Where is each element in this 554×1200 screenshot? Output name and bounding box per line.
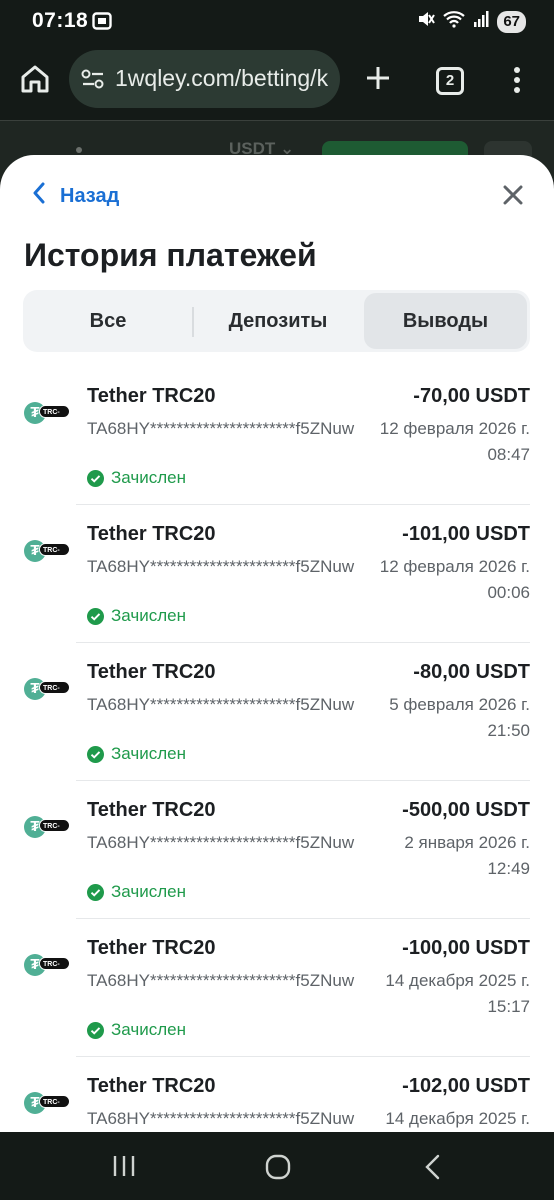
transaction-amount: -101,00 USDT: [402, 523, 530, 545]
wallet-address: TA68HY**********************f5ZNuw: [87, 419, 355, 438]
url-text[interactable]: 1wqley.com/betting/k: [115, 65, 328, 92]
back-button[interactable]: Назад: [32, 182, 119, 210]
more-menu-icon[interactable]: [512, 66, 522, 99]
transaction-datetime: 12 февраля 2026 г. 00:06: [379, 557, 530, 602]
transaction-datetime: 14 декабря 2025 г. 15:17: [385, 971, 530, 1016]
status-badge: Зачислен: [87, 468, 186, 488]
wallet-address: TA68HY**********************f5ZNuw: [87, 557, 355, 576]
system-navigation-bar: [0, 1132, 554, 1200]
check-circle-icon: [87, 883, 104, 901]
mute-icon: [417, 10, 436, 33]
transaction-row[interactable]: ₮ TRC-20 Tether TRC20 TA68HY*************…: [0, 643, 554, 781]
transaction-amount: -70,00 USDT: [413, 385, 530, 407]
transaction-method: Tether TRC20: [87, 661, 216, 683]
transaction-row[interactable]: ₮ TRC-20 Tether TRC20 TA68HY*************…: [0, 781, 554, 919]
close-icon[interactable]: [502, 184, 524, 211]
check-circle-icon: [87, 1021, 104, 1039]
status-badge: Зачислен: [87, 882, 186, 902]
back-nav-icon[interactable]: [424, 1154, 442, 1185]
tether-icon: ₮ TRC-20: [24, 816, 70, 843]
address-bar[interactable]: 1wqley.com/betting/k: [69, 50, 340, 108]
tab-withdrawals[interactable]: Выводы: [364, 293, 527, 349]
history-filter-tabs: Все Депозиты Выводы: [23, 290, 530, 352]
tab-switcher-button[interactable]: 2: [436, 67, 464, 95]
battery-indicator: 67: [497, 10, 526, 33]
transaction-datetime: 12 февраля 2026 г. 08:47: [379, 419, 530, 464]
transaction-datetime: 5 февраля 2026 г. 21:50: [389, 695, 530, 740]
transaction-method: Tether TRC20: [87, 799, 216, 821]
transaction-row[interactable]: ₮ TRC-20 Tether TRC20 TA68HY*************…: [0, 919, 554, 1057]
clock: 07:18: [32, 9, 89, 32]
home-icon[interactable]: [20, 64, 50, 99]
page-title: История платежей: [24, 237, 317, 273]
tether-icon: ₮ TRC-20: [24, 540, 70, 567]
status-badge: Зачислен: [87, 606, 186, 626]
payment-history-sheet: Назад История платежей Все Депозиты Выво…: [0, 155, 554, 1132]
transaction-amount: -100,00 USDT: [402, 937, 530, 959]
transaction-amount: -500,00 USDT: [402, 799, 530, 821]
transaction-amount: -102,00 USDT: [402, 1075, 530, 1097]
check-circle-icon: [87, 745, 104, 763]
wallet-address: TA68HY**********************f5ZNuw: [87, 833, 355, 852]
status-badge: Зачислен: [87, 1020, 186, 1040]
transaction-datetime: 2 января 2026 г. 12:49: [404, 833, 530, 878]
transaction-method: Tether TRC20: [87, 385, 216, 407]
wallet-address: TA68HY**********************f5ZNuw: [87, 1109, 355, 1128]
chevron-left-icon: [32, 182, 46, 210]
wallet-address: TA68HY**********************f5ZNuw: [87, 971, 355, 990]
transaction-row[interactable]: ₮ TRC-20 Tether TRC20 TA68HY*************…: [0, 505, 554, 643]
transaction-method: Tether TRC20: [87, 1075, 216, 1097]
background-dot: [76, 147, 82, 153]
status-badge: Зачислен: [87, 744, 186, 764]
site-settings-icon[interactable]: [81, 69, 105, 94]
signal-icon: [473, 10, 489, 33]
home-nav-icon[interactable]: [265, 1154, 291, 1185]
tether-icon: ₮ TRC-20: [24, 1092, 70, 1119]
back-label: Назад: [60, 184, 120, 207]
tether-icon: ₮ TRC-20: [24, 954, 70, 981]
tether-icon: ₮ TRC-20: [24, 402, 70, 429]
tether-icon: ₮ TRC-20: [24, 678, 70, 705]
tab-all[interactable]: Все: [23, 290, 193, 352]
transaction-method: Tether TRC20: [87, 523, 216, 545]
check-circle-icon: [87, 469, 104, 487]
transaction-method: Tether TRC20: [87, 937, 216, 959]
transaction-row[interactable]: ₮ TRC-20 Tether TRC20 TA68HY*************…: [0, 367, 554, 505]
new-tab-icon[interactable]: [364, 64, 392, 97]
tab-deposits[interactable]: Депозиты: [193, 290, 363, 352]
transaction-datetime: 14 декабря 2025 г.: [385, 1109, 530, 1128]
status-bar: 07:18 67: [0, 0, 554, 42]
recent-apps-icon[interactable]: [112, 1154, 136, 1183]
check-circle-icon: [87, 607, 104, 625]
transaction-list: ₮ TRC-20 Tether TRC20 TA68HY*************…: [0, 367, 554, 1132]
wifi-icon: [443, 10, 466, 33]
transaction-row[interactable]: ₮ TRC-20 Tether TRC20 TA68HY*************…: [0, 1057, 554, 1132]
transaction-amount: -80,00 USDT: [413, 661, 530, 683]
wallet-address: TA68HY**********************f5ZNuw: [87, 695, 355, 714]
browser-toolbar: 1wqley.com/betting/k 2: [0, 42, 554, 120]
screenshot-icon: [92, 12, 112, 35]
